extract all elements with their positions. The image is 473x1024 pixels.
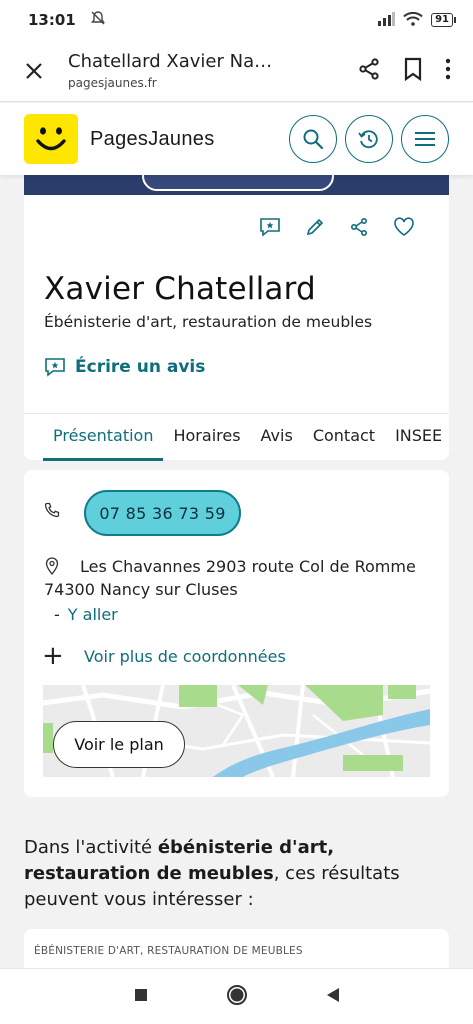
write-review-link[interactable]: Écrire un avis: [44, 357, 205, 377]
browser-toolbar: Chatellard Xavier Nanc... pagesjaunes.fr: [0, 40, 473, 102]
signal-icon: [377, 11, 396, 30]
menu-icon: [415, 132, 435, 146]
wifi-icon: [403, 11, 423, 30]
phone-icon: [44, 502, 60, 522]
tab-avis[interactable]: Avis: [251, 414, 303, 461]
tab-insee[interactable]: INSEE: [385, 414, 452, 461]
view-map-button[interactable]: Voir le plan: [53, 721, 185, 768]
more-coords-label: Voir plus de coordonnées: [84, 646, 286, 666]
business-activity: Ébénisterie d'art, restauration de meubl…: [44, 313, 373, 331]
address-line2: 74300 Nancy sur Cluses: [44, 580, 238, 599]
status-bar: 13:01 91: [0, 0, 473, 40]
page-title: Chatellard Xavier Nanc...: [68, 51, 282, 72]
menu-button[interactable]: [401, 115, 449, 163]
phone-number-button[interactable]: 07 85 36 73 59: [84, 490, 241, 536]
review-icon[interactable]: [259, 217, 281, 241]
suggestion-category: ÉBÉNISTERIE D'ART, RESTAURATION DE MEUBL…: [34, 945, 303, 957]
page-domain: pagesjaunes.fr: [68, 76, 157, 90]
close-icon[interactable]: [0, 62, 68, 80]
directions-label: Y aller: [67, 605, 118, 624]
location-pin-icon: [45, 557, 59, 579]
back-icon[interactable]: [326, 987, 340, 1007]
mute-icon: [90, 10, 106, 30]
history-icon: [358, 130, 378, 149]
address-line1: Les Chavannes 2903 route Col de Romme: [80, 557, 416, 576]
plus-icon: +: [42, 641, 64, 671]
system-nav-bar: [0, 968, 473, 1024]
suggestion-card[interactable]: ÉBÉNISTERIE D'ART, RESTAURATION DE MEUBL…: [24, 929, 449, 969]
directions-link[interactable]: -Y aller: [54, 605, 118, 624]
brand-name: PagesJaunes: [90, 127, 215, 150]
bookmark-icon[interactable]: [403, 57, 423, 85]
history-button[interactable]: [345, 115, 393, 163]
contact-card: 07 85 36 73 59 Les Chavannes 2903 route …: [24, 470, 449, 797]
home-icon[interactable]: [226, 984, 248, 1010]
search-button[interactable]: [289, 115, 337, 163]
hero-image: [24, 175, 449, 195]
more-vert-icon[interactable]: [445, 58, 451, 84]
map-preview[interactable]: Voir le plan: [43, 685, 430, 777]
search-icon: [303, 129, 324, 150]
suggestions-heading: Dans l'activité ébénisterie d'art, resta…: [24, 837, 400, 910]
tab-bar: Présentation Horaires Avis Contact INSEE: [24, 413, 452, 461]
tab-presentation[interactable]: Présentation: [43, 414, 164, 461]
status-time: 13:01: [28, 11, 76, 29]
site-header: PagesJaunes: [0, 103, 473, 175]
battery-icon: 91: [431, 13, 456, 27]
tab-horaires[interactable]: Horaires: [163, 414, 250, 461]
share-icon[interactable]: [357, 57, 381, 85]
write-review-label: Écrire un avis: [75, 357, 206, 377]
business-name: Xavier Chatellard: [44, 271, 316, 307]
more-coords-link[interactable]: + Voir plus de coordonnées: [42, 641, 286, 671]
edit-icon[interactable]: [305, 217, 325, 241]
review-icon: [45, 358, 65, 377]
recents-icon[interactable]: [134, 987, 148, 1006]
tab-contact[interactable]: Contact: [303, 414, 385, 461]
share-icon[interactable]: [349, 217, 369, 241]
heart-icon[interactable]: [393, 217, 415, 241]
logo-icon[interactable]: [24, 114, 78, 164]
business-card: Xavier Chatellard Ébénisterie d'art, res…: [24, 195, 452, 461]
